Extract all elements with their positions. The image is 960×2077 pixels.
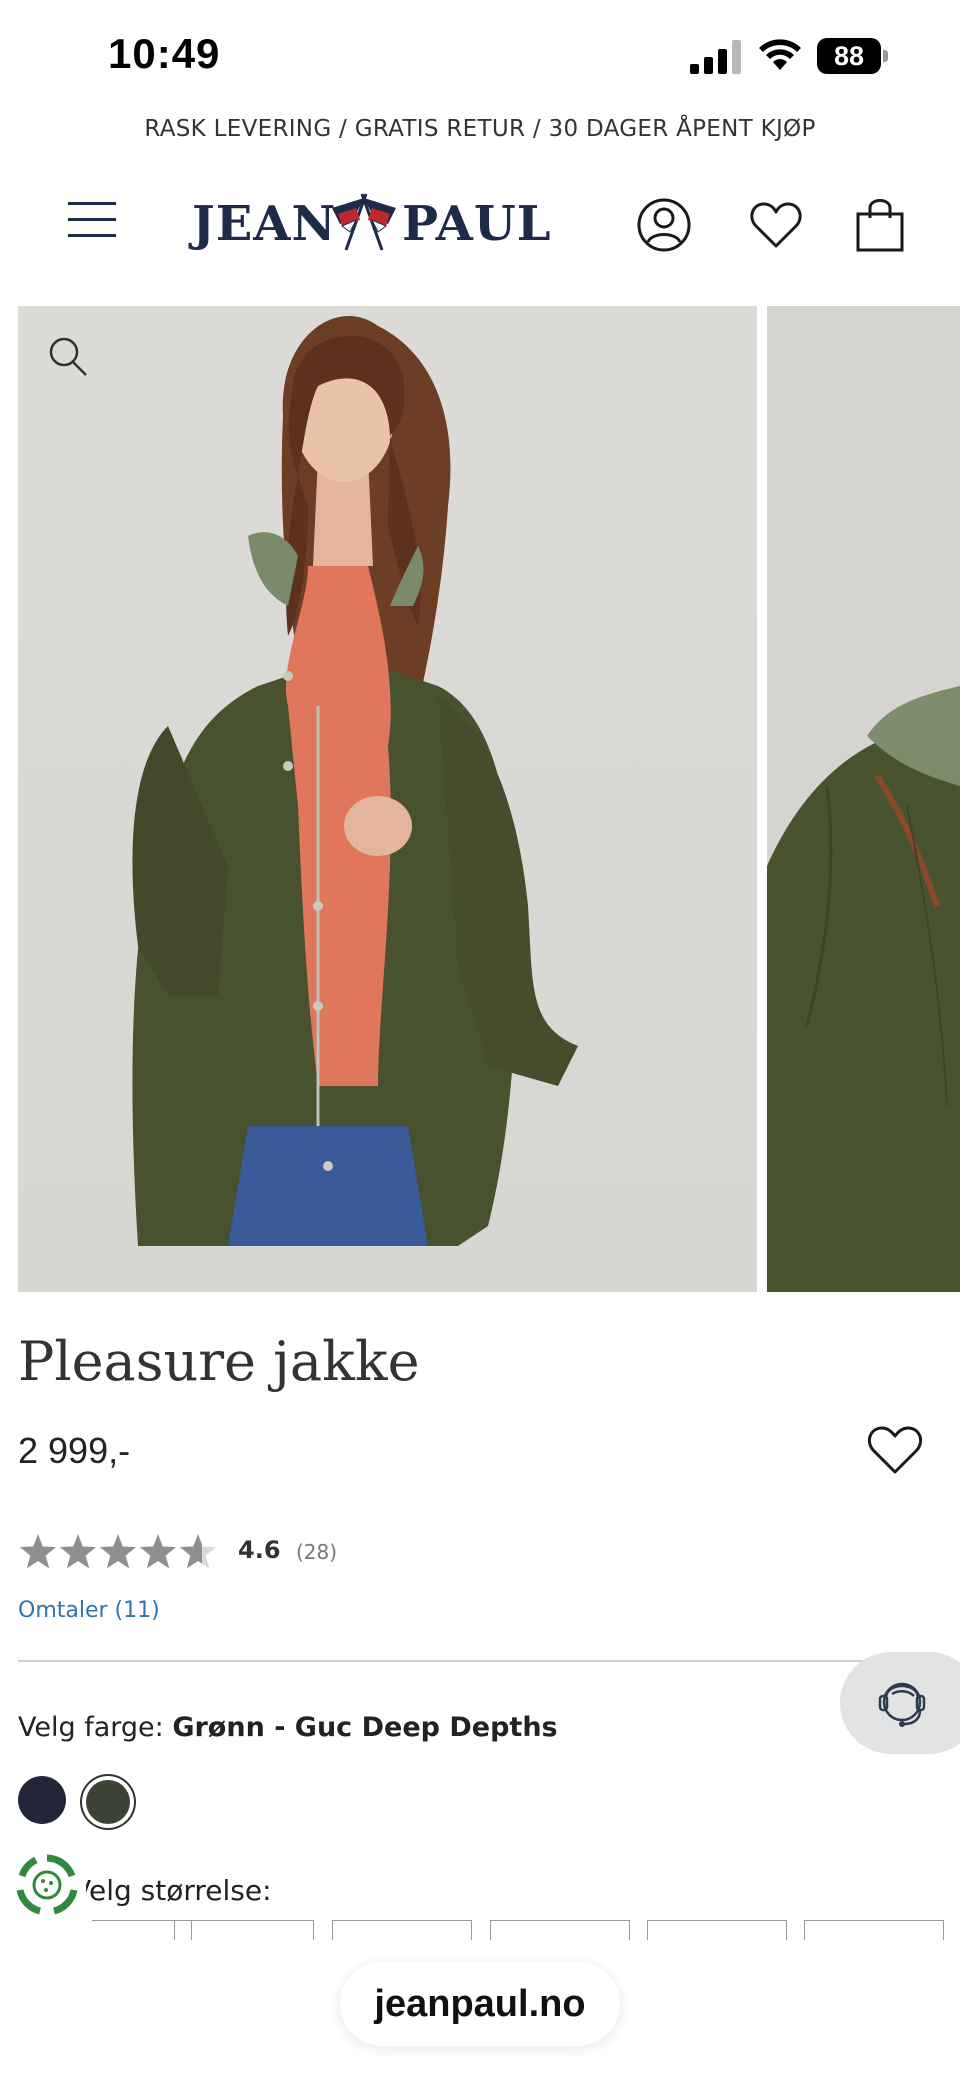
wishlist-icon[interactable] [748, 196, 804, 254]
size-option[interactable] [647, 1920, 787, 1940]
promo-banner: RASK LEVERING / GRATIS RETUR / 30 DAGER … [144, 116, 816, 142]
reviews-link[interactable]: Omtaler (11) [18, 1598, 160, 1623]
divider [18, 1660, 888, 1662]
logo-text-right: PAUL [402, 196, 552, 252]
cellular-signal-icon [690, 40, 741, 74]
rating-value: 4.6 [238, 1536, 281, 1564]
menu-icon[interactable] [64, 198, 120, 242]
battery-level: 88 [817, 38, 881, 74]
star-filled [59, 1534, 97, 1569]
rating-stars [19, 1534, 217, 1569]
product-gallery[interactable] [18, 306, 960, 1292]
battery-icon: 88 [817, 38, 889, 74]
product-image-next[interactable] [767, 306, 960, 1292]
shopping-bag-icon[interactable] [852, 196, 908, 254]
color-swatch-navy[interactable] [18, 1776, 66, 1824]
product-price: 2 999,- [18, 1430, 131, 1471]
status-time: 10:49 [108, 30, 221, 77]
status-bar: 10:49 88 [0, 0, 960, 110]
wifi-icon [759, 39, 801, 70]
color-label-prefix: Velg farge: [18, 1712, 173, 1743]
battery-cap [883, 50, 888, 62]
star-filled [99, 1534, 137, 1569]
size-option[interactable] [804, 1920, 944, 1940]
product-rating[interactable]: 4.6 (28) [18, 1530, 418, 1576]
support-agent-icon [878, 1682, 926, 1727]
zoom-icon[interactable] [44, 332, 92, 380]
brand-logo[interactable]: JEAN PAUL [192, 190, 550, 256]
rating-count: (28) [296, 1540, 338, 1564]
account-icon[interactable] [636, 196, 692, 254]
selected-color-name: Grønn - Guc Deep Depths [172, 1712, 558, 1743]
logo-flags-icon [332, 193, 396, 251]
color-label: Velg farge: Grønn - Guc Deep Depths [18, 1712, 558, 1743]
size-option[interactable] [490, 1920, 630, 1940]
size-option[interactable] [332, 1920, 472, 1940]
star-filled [139, 1534, 177, 1569]
sustainability-badge-icon[interactable] [14, 1852, 80, 1918]
add-to-wishlist-icon[interactable] [866, 1424, 924, 1476]
star-filled [19, 1534, 57, 1569]
product-photo-next [767, 686, 960, 1292]
product-image-main[interactable] [18, 306, 757, 1292]
product-title: Pleasure jakke [18, 1330, 420, 1393]
color-swatch-green[interactable] [86, 1780, 130, 1824]
browser-url-bar[interactable]: jeanpaul.no [340, 1962, 620, 2046]
logo-text-left: JEAN [192, 196, 337, 252]
customer-service-chat-button[interactable] [840, 1652, 960, 1754]
size-option[interactable] [174, 1920, 314, 1940]
size-label: Velg størrelse: [72, 1874, 272, 1907]
product-photo [132, 316, 578, 1246]
size-options [92, 1920, 960, 1940]
